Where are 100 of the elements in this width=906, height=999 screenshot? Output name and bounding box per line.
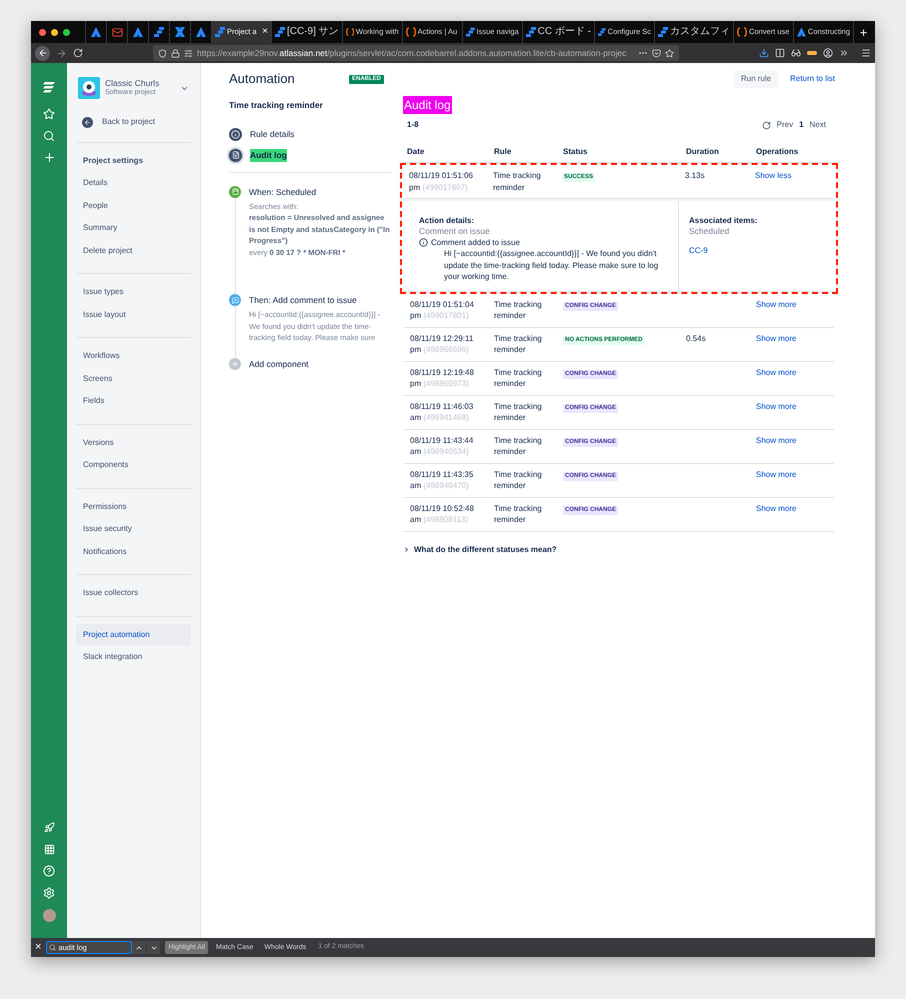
- settings-icon[interactable]: [43, 887, 55, 899]
- date-cell-text: 08/11/19 01:51:04 pm (499017801): [409, 298, 475, 322]
- glasses-icon[interactable]: [791, 48, 801, 58]
- sidebar-item[interactable]: Versions: [76, 432, 191, 454]
- column-header: Status: [563, 147, 588, 156]
- refresh-icon[interactable]: [762, 120, 771, 130]
- component-title: Then: Add comment to issue: [249, 294, 358, 306]
- sidebar-item[interactable]: Permissions: [76, 496, 191, 518]
- search-icon: [49, 944, 56, 951]
- forward-button[interactable]: [56, 48, 67, 58]
- details-label: Action details:: [419, 215, 476, 226]
- star-icon[interactable]: [43, 108, 55, 120]
- cross-logo-icon: [175, 27, 185, 37]
- account-icon[interactable]: [823, 48, 833, 58]
- show-toggle-link[interactable]: Show more: [756, 300, 796, 308]
- extension-icon[interactable]: [807, 51, 817, 55]
- tab-close-button[interactable]: ×: [262, 27, 268, 37]
- menu-icon[interactable]: [861, 48, 871, 58]
- statuses-help-link[interactable]: What do the different statuses mean?: [414, 544, 557, 556]
- download-icon[interactable]: [759, 48, 769, 58]
- pocket-icon[interactable]: [652, 48, 661, 58]
- show-toggle-link[interactable]: Show more: [756, 402, 796, 410]
- stacked-bars-icon: [215, 27, 225, 37]
- trigger-type: Scheduled: [689, 226, 730, 237]
- shield-icon[interactable]: [158, 48, 167, 58]
- component-title: When: Scheduled: [249, 186, 318, 198]
- sidebar-item[interactable]: Screens: [76, 368, 191, 390]
- column-header: Rule: [494, 147, 512, 156]
- rocket-icon[interactable]: [44, 822, 54, 833]
- help-icon[interactable]: [43, 865, 55, 877]
- rule-name: Time tracking reminder: [229, 99, 324, 112]
- back-to-project-link[interactable]: Back to project: [102, 116, 155, 128]
- reload-button[interactable]: [73, 48, 83, 58]
- new-tab-button[interactable]: +: [860, 26, 868, 38]
- show-toggle-link[interactable]: Show more: [756, 504, 796, 512]
- app-grid-icon[interactable]: [44, 844, 54, 855]
- braces-icon: [346, 27, 354, 37]
- rule-cell-text: Time tracking reminder: [493, 332, 543, 356]
- section-heading: Audit log: [403, 96, 452, 114]
- add-component-link[interactable]: Add component: [249, 358, 391, 370]
- sidebar-item[interactable]: Project automation: [76, 624, 191, 646]
- info-icon: [419, 238, 428, 247]
- show-toggle-link[interactable]: Show more: [756, 470, 796, 478]
- next-match-button[interactable]: [146, 941, 160, 954]
- date-cell-text: 08/11/19 12:19:48 pm (498960973): [409, 366, 475, 390]
- run-rule-button[interactable]: Run rule: [734, 70, 778, 88]
- prev-link[interactable]: Prev: [776, 119, 794, 131]
- show-toggle-link[interactable]: Show less: [755, 171, 792, 180]
- triangle-logo-icon: [196, 27, 206, 37]
- search-icon[interactable]: [43, 130, 55, 142]
- page-number[interactable]: 1: [799, 119, 804, 131]
- sidebar-item[interactable]: Delete project: [76, 240, 191, 262]
- info-icon: [229, 128, 242, 141]
- rule-cell-text: Time tracking reminder: [493, 434, 543, 458]
- issue-link[interactable]: CC-9: [689, 246, 708, 255]
- overflow-icon[interactable]: [839, 48, 849, 58]
- sidebar-icon[interactable]: [775, 48, 785, 58]
- rule-cell-text: Time tracking reminder: [492, 170, 542, 193]
- sliders-icon[interactable]: [184, 48, 193, 58]
- braces-icon: [406, 27, 416, 37]
- show-toggle-link[interactable]: Show more: [756, 368, 796, 376]
- sidebar-item[interactable]: Issue layout: [76, 304, 191, 326]
- sidebar-item[interactable]: Fields: [76, 390, 191, 412]
- sidebar-item[interactable]: Details: [76, 172, 191, 194]
- project-avatar-icon: [78, 77, 100, 99]
- stacked-bars-icon: [275, 27, 285, 37]
- sidebar-item[interactable]: Issue collectors: [76, 582, 191, 604]
- bookmark-star-icon[interactable]: [665, 48, 674, 58]
- sidebar-item[interactable]: Summary: [76, 217, 191, 240]
- rule-nav-link[interactable]: Audit log: [250, 148, 287, 162]
- sidebar-item[interactable]: Slack integration: [76, 646, 191, 668]
- comment-text: Hi [~accountid:{{assignee.accountId}}] - We found you didn't update the time-tracking field today. Please make sure to log your working time.: [443, 248, 660, 282]
- create-icon[interactable]: [42, 151, 56, 164]
- triangle-logo-icon: [797, 27, 806, 37]
- stacked-bars-icon: [154, 27, 164, 37]
- expand-caret-icon[interactable]: [403, 546, 410, 553]
- sidebar-item[interactable]: People: [76, 194, 191, 217]
- address-bar[interactable]: https://example29nov.atlassian.net/plugins/servlet/ac/com.codebarrel.addons.automation.lite/cb-automation-projec: [153, 45, 679, 61]
- stripes-logo-icon[interactable]: [42, 81, 56, 94]
- rule-cell-text: Time tracking reminder: [493, 502, 543, 526]
- lock-icon[interactable]: [171, 48, 180, 58]
- page-title: Automation: [229, 70, 296, 88]
- sidebar-item[interactable]: Issue types: [76, 281, 191, 304]
- date-cell-text: 08/11/19 01:51:06 pm (499017807): [408, 170, 474, 193]
- result-range: 1-8: [407, 119, 419, 131]
- sidebar-item[interactable]: Issue security: [76, 518, 191, 540]
- return-to-list-link[interactable]: Return to list: [790, 73, 835, 85]
- rule-nav-link[interactable]: Rule details: [250, 128, 294, 141]
- sidebar-item[interactable]: Workflows: [76, 345, 191, 368]
- show-toggle-link[interactable]: Show more: [756, 334, 796, 342]
- sidebar-item[interactable]: Components: [76, 454, 191, 476]
- rule-cell-text: Time tracking reminder: [493, 468, 543, 492]
- column-header: Operations: [756, 147, 798, 156]
- show-toggle-link[interactable]: Show more: [756, 436, 796, 444]
- previous-match-button[interactable]: [132, 941, 146, 954]
- back-button[interactable]: [35, 46, 50, 60]
- column-header: Duration: [686, 147, 719, 156]
- sidebar-item[interactable]: Notifications: [76, 540, 191, 563]
- close-find-button[interactable]: ×: [35, 942, 42, 953]
- next-link[interactable]: Next: [810, 119, 826, 131]
